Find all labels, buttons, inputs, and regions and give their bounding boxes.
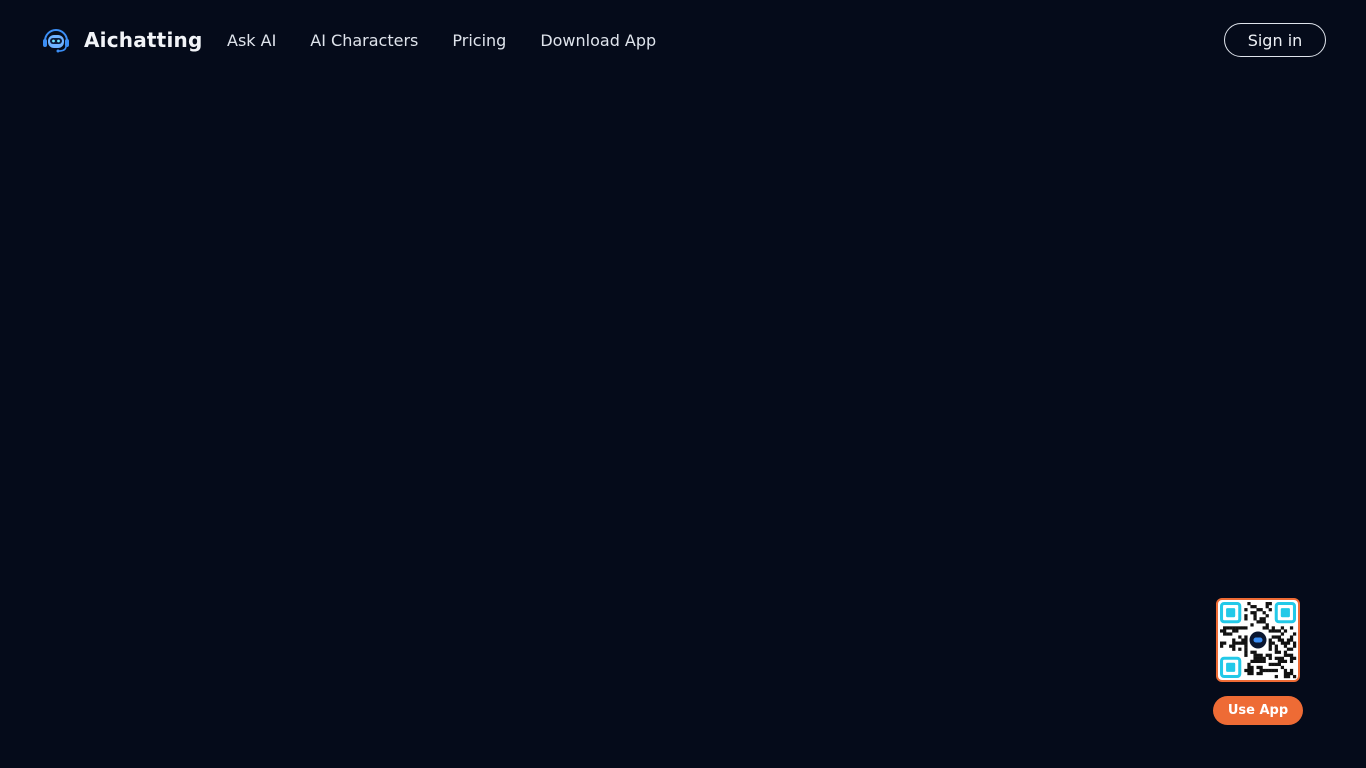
nav-ask-ai[interactable]: Ask AI (227, 31, 276, 50)
main-nav: Ask AI AI Characters Pricing Download Ap… (227, 31, 656, 50)
sign-in-button[interactable]: Sign in (1224, 23, 1326, 57)
nav-pricing[interactable]: Pricing (452, 31, 506, 50)
page: Aichatting Ask AI AI Characters Pricing … (0, 0, 1366, 768)
nav-download-app[interactable]: Download App (540, 31, 656, 50)
download-qr-code[interactable] (1216, 598, 1300, 682)
robot-headset-icon (43, 29, 69, 53)
qr-code-icon (1219, 601, 1297, 679)
use-app-button[interactable]: Use App (1213, 696, 1303, 725)
brand-name: Aichatting (84, 28, 203, 52)
top-navbar: Aichatting Ask AI AI Characters Pricing … (0, 0, 1366, 82)
nav-ai-characters[interactable]: AI Characters (310, 31, 418, 50)
brand-home-link[interactable]: Aichatting (40, 24, 202, 56)
